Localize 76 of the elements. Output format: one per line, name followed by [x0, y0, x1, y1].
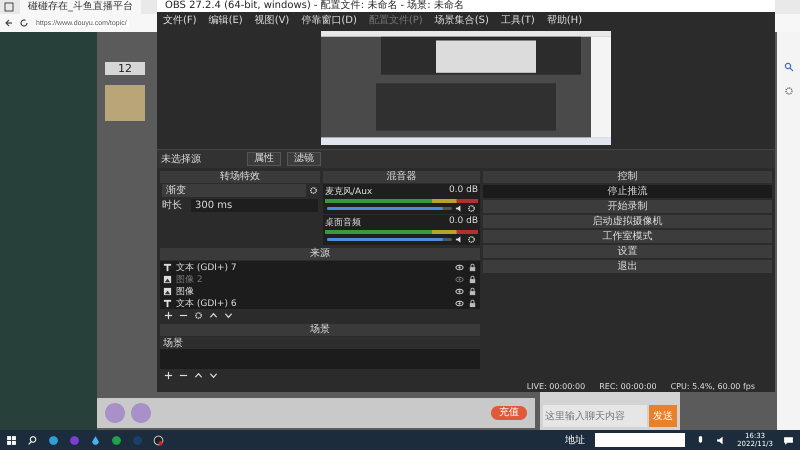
lock-icon[interactable]	[468, 286, 477, 296]
address-label: 地址	[565, 434, 586, 447]
menu-item[interactable]: 场景集合(S)	[434, 13, 489, 27]
text-source-icon	[163, 262, 172, 272]
eye-icon[interactable]	[455, 298, 464, 308]
windows-icon[interactable]	[6, 434, 17, 446]
toolbar-button[interactable]: 滤镜	[287, 152, 321, 166]
duration-label: 时长	[162, 198, 183, 212]
volume-slider[interactable]	[327, 238, 452, 241]
control-button[interactable]: 启动虚拟摄像机	[483, 215, 772, 228]
dock-title: 混音器	[323, 171, 480, 183]
source-item[interactable]: 文本 (GDI+) 7	[160, 261, 480, 273]
volume-slider[interactable]	[327, 207, 452, 210]
menu-item[interactable]: 帮助(H)	[546, 13, 582, 27]
control-button[interactable]: 退出	[483, 260, 772, 273]
lock-icon[interactable]	[468, 274, 477, 284]
db-reading: 0.0 dB	[448, 185, 478, 197]
scene-item[interactable]: 场景	[160, 337, 480, 349]
eye-icon[interactable]	[455, 286, 464, 296]
gear-icon[interactable]	[467, 235, 476, 244]
photo-placeholder	[105, 85, 145, 121]
add-icon[interactable]	[164, 311, 173, 320]
control-button[interactable]: 设置	[483, 245, 772, 258]
image-source-icon	[163, 274, 172, 284]
control-button[interactable]: 工作室模式	[483, 230, 772, 243]
db-reading: 0.0 dB	[448, 216, 478, 228]
down-icon[interactable]	[224, 311, 233, 320]
lock-icon[interactable]	[468, 298, 477, 308]
source-item[interactable]: 图像	[160, 285, 480, 297]
duration-field[interactable]: 300 ms	[191, 198, 318, 212]
gear-icon[interactable]	[194, 311, 203, 320]
source-item[interactable]: 图像 2	[160, 273, 480, 285]
eye-hidden-icon[interactable]	[455, 274, 464, 284]
transition-dropdown[interactable]: 渐变	[162, 184, 306, 197]
source-item[interactable]: 文本 (GDI+) 6	[160, 297, 480, 309]
cpu-status: CPU: 5.4%, 60.00 fps	[670, 382, 755, 391]
browser-tab[interactable]: 碰碰存在_斗鱼直播平台	[20, 0, 141, 14]
menu-item[interactable]: 文件(F)	[163, 13, 197, 27]
back-icon[interactable]	[4, 18, 14, 28]
dock-title: 控制	[483, 171, 772, 183]
chat-input[interactable]: 这里输入聊天内容	[543, 405, 647, 427]
eye-icon[interactable]	[455, 262, 464, 272]
down-icon[interactable]	[209, 371, 218, 380]
menu-item[interactable]: 编辑(E)	[208, 13, 243, 27]
notification-icon[interactable]	[783, 434, 794, 446]
dock-title: 来源	[160, 248, 480, 260]
settings-icon[interactable]	[784, 86, 794, 96]
app-icon[interactable]	[111, 434, 122, 446]
search-icon[interactable]	[27, 434, 38, 446]
channel-name: 桌面音频	[325, 216, 361, 229]
image-source-icon	[163, 286, 172, 296]
stat-number: 12	[105, 62, 145, 75]
lock-icon[interactable]	[468, 262, 477, 272]
control-button[interactable]: 停止推流	[483, 185, 772, 198]
gear-icon[interactable]	[309, 186, 318, 195]
add-icon[interactable]	[164, 371, 173, 380]
text-source-icon	[163, 298, 172, 308]
refresh-icon[interactable]	[19, 18, 29, 28]
gear-icon[interactable]	[467, 204, 476, 213]
drop-icon[interactable]	[90, 434, 101, 446]
toolbar-button[interactable]: 属性	[247, 152, 281, 166]
up-icon[interactable]	[194, 371, 203, 380]
channel-name: 麦克风/Aux	[325, 186, 372, 198]
address-input[interactable]	[595, 433, 686, 447]
up-icon[interactable]	[209, 311, 218, 320]
no-source-label: 未选择源	[161, 152, 202, 166]
live-status: LIVE: 00:00:00	[526, 382, 586, 391]
control-button[interactable]: 开始录制	[483, 200, 772, 213]
rec-status: REC: 00:00:00	[599, 382, 657, 391]
tab-actions-icon[interactable]	[4, 2, 14, 12]
menu-item[interactable]: 停靠窗口(D)	[301, 13, 357, 27]
menu-item[interactable]: 视图(V)	[254, 13, 290, 27]
dock-title: 转场特效	[160, 171, 320, 183]
dock-title: 场景	[160, 324, 480, 336]
recharge-button[interactable]: 充值	[491, 406, 527, 420]
menu-item[interactable]: 工具(T)	[500, 13, 535, 27]
